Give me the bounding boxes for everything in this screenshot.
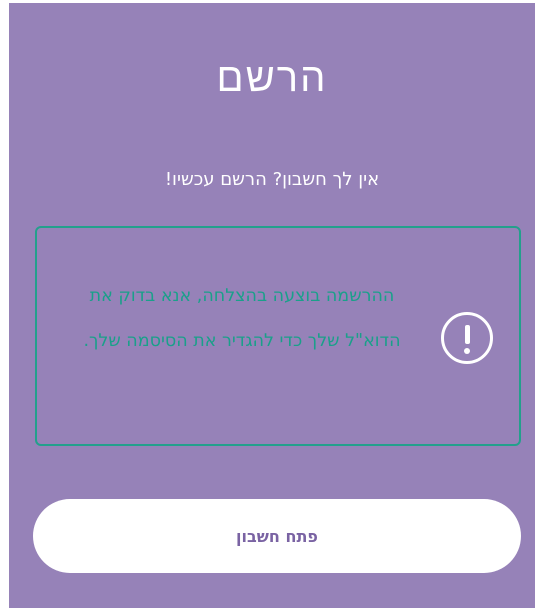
signup-prompt: אין לך חשבון? הרשם עכשיו!	[164, 169, 380, 190]
signup-panel: הרשם אין לך חשבון? הרשם עכשיו! ההרשמה בו…	[9, 3, 535, 608]
exclamation-circle-icon	[441, 312, 493, 364]
notice-message: ההרשמה בוצעה בהצלחה, אנא בדוק את הדוא"ל …	[83, 286, 401, 351]
open-account-button[interactable]: פתח חשבון	[33, 499, 521, 573]
exclamation-bar	[464, 325, 470, 344]
exclamation-dot	[464, 348, 470, 354]
success-notice: ההרשמה בוצעה בהצלחה, אנא בדוק את הדוא"ל …	[35, 226, 521, 446]
page-title: הרשם	[216, 55, 328, 101]
